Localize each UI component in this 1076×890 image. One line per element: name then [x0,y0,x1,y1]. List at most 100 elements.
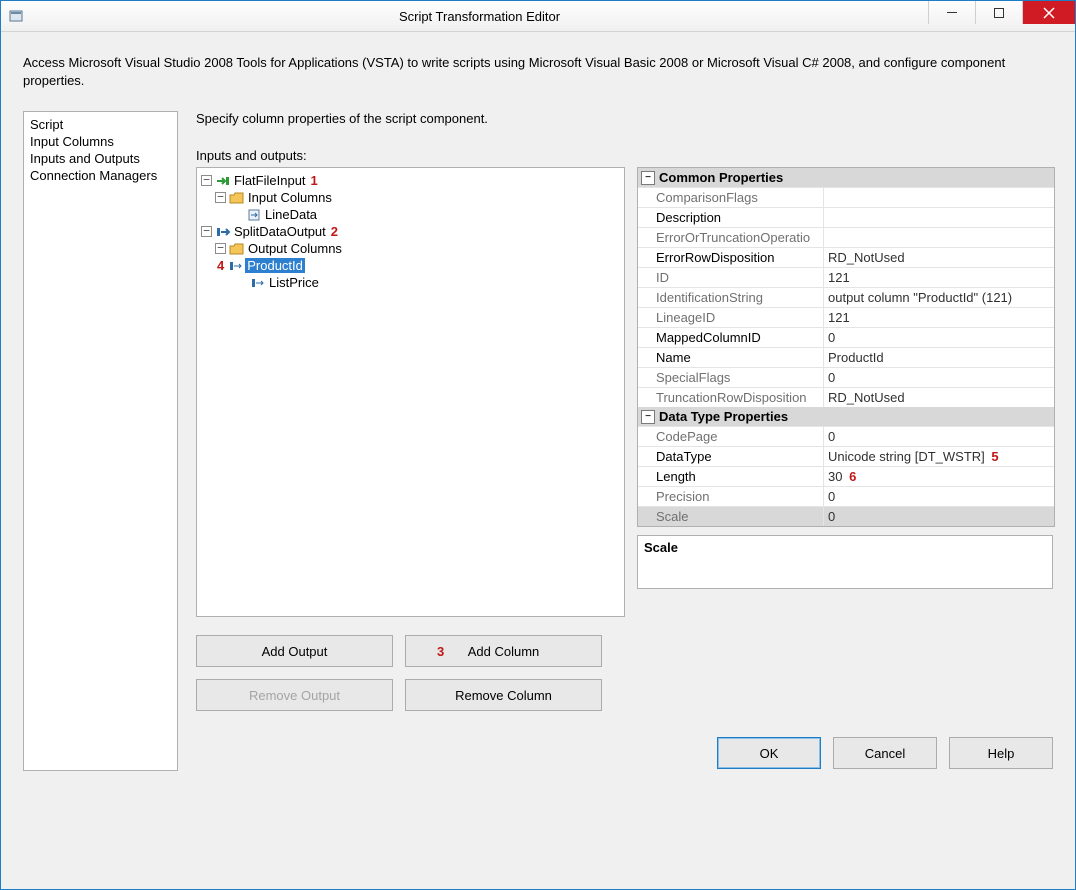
property-row[interactable]: Length30 6 [638,466,1054,486]
add-column-button[interactable]: 3 Add Column [405,635,602,667]
property-value[interactable] [824,208,1054,227]
property-value[interactable]: 0 [824,368,1054,387]
property-name: Name [638,348,824,367]
category-label: Data Type Properties [659,409,788,424]
io-tree[interactable]: − FlatFileInput 1 − Input Columns [196,167,625,617]
property-value[interactable]: RD_NotUsed [824,248,1054,267]
folder-icon [228,191,246,205]
annotation-1: 1 [311,173,318,188]
property-value[interactable]: output column "ProductId" (121) [824,288,1054,307]
nav-item-input-columns[interactable]: Input Columns [30,133,171,150]
property-value[interactable]: 121 [824,308,1054,327]
collapse-icon[interactable]: − [215,243,226,254]
property-category[interactable]: −Common Properties [638,168,1054,187]
inputs-outputs-label: Inputs and outputs: [196,148,1053,163]
property-value[interactable]: Unicode string [DT_WSTR] 5 [824,447,1054,466]
output-arrow-icon [214,225,232,239]
collapse-icon[interactable]: − [641,410,655,424]
annotation-6: 6 [845,469,856,484]
property-category[interactable]: −Data Type Properties [638,407,1054,426]
property-row[interactable]: ErrorRowDispositionRD_NotUsed [638,247,1054,267]
window: Script Transformation Editor Access Micr… [0,0,1076,890]
window-buttons [928,1,1075,31]
maximize-button[interactable] [975,1,1022,24]
property-name: ErrorRowDisposition [638,248,824,267]
close-button[interactable] [1022,1,1075,24]
minimize-button[interactable] [928,1,975,24]
property-help-panel: Scale [637,535,1053,589]
property-value[interactable]: 30 6 [824,467,1054,486]
help-button[interactable]: Help [949,737,1053,769]
property-help-title: Scale [644,540,678,555]
nav-item-connection-managers[interactable]: Connection Managers [30,167,171,184]
property-row[interactable]: SpecialFlags0 [638,367,1054,387]
column-in-icon [245,208,263,222]
property-row[interactable]: Scale0 [638,506,1054,526]
annotation-2: 2 [331,224,338,239]
tree-node-splitdataoutput[interactable]: − SplitDataOutput 2 [199,223,622,240]
titlebar: Script Transformation Editor [1,1,1075,32]
window-title: Script Transformation Editor [31,9,928,24]
property-row[interactable]: NameProductId [638,347,1054,367]
property-row[interactable]: LineageID121 [638,307,1054,327]
annotation-4: 4 [217,258,224,273]
collapse-icon[interactable]: − [201,175,212,186]
nav-item-inputs-outputs[interactable]: Inputs and Outputs [30,150,171,167]
property-row[interactable]: ErrorOrTruncationOperatio [638,227,1054,247]
tree-node-linedata[interactable]: LineData [199,206,622,223]
property-name: Description [638,208,824,227]
property-value[interactable]: ProductId [824,348,1054,367]
property-row[interactable]: IdentificationStringoutput column "Produ… [638,287,1054,307]
tree-node-output-columns[interactable]: − Output Columns [199,240,622,257]
property-name: LineageID [638,308,824,327]
property-name: ComparisonFlags [638,188,824,207]
property-row[interactable]: TruncationRowDispositionRD_NotUsed [638,387,1054,407]
property-value[interactable]: 0 [824,427,1054,446]
remove-output-button[interactable]: Remove Output [196,679,393,711]
ok-button[interactable]: OK [717,737,821,769]
property-row[interactable]: MappedColumnID0 [638,327,1054,347]
annotation-5: 5 [988,449,999,464]
tree-node-flatfileinput[interactable]: − FlatFileInput 1 [199,172,622,189]
property-row[interactable]: CodePage0 [638,426,1054,446]
property-name: IdentificationString [638,288,824,307]
category-label: Common Properties [659,170,783,185]
input-arrow-icon [214,174,232,188]
property-value[interactable]: 0 [824,328,1054,347]
property-row[interactable]: ID121 [638,267,1054,287]
property-value[interactable] [824,188,1054,207]
property-name: DataType [638,447,824,466]
property-name: TruncationRowDisposition [638,388,824,407]
nav-item-script[interactable]: Script [30,116,171,133]
property-row[interactable]: Precision0 [638,486,1054,506]
property-value[interactable]: RD_NotUsed [824,388,1054,407]
property-value[interactable]: 0 [824,507,1054,526]
folder-icon [228,242,246,256]
property-row[interactable]: ComparisonFlags [638,187,1054,207]
property-grid[interactable]: −Common PropertiesComparisonFlagsDescrip… [637,167,1055,527]
main-panel: Specify column properties of the script … [196,111,1053,771]
property-name: Scale [638,507,824,526]
column-out-icon [249,276,267,290]
property-name: Precision [638,487,824,506]
property-value[interactable] [824,228,1054,247]
tree-node-productid[interactable]: 4 ProductId [199,257,622,274]
tree-node-input-columns[interactable]: − Input Columns [199,189,622,206]
property-value[interactable]: 0 [824,487,1054,506]
collapse-icon[interactable]: − [215,192,226,203]
property-row[interactable]: DataTypeUnicode string [DT_WSTR] 5 [638,446,1054,466]
property-value[interactable]: 121 [824,268,1054,287]
annotation-3: 3 [437,644,444,659]
add-output-button[interactable]: Add Output [196,635,393,667]
property-name: CodePage [638,427,824,446]
property-name: ID [638,268,824,287]
collapse-icon[interactable]: − [201,226,212,237]
remove-column-button[interactable]: Remove Column [405,679,602,711]
property-name: Length [638,467,824,486]
page-nav: Script Input Columns Inputs and Outputs … [23,111,178,771]
property-row[interactable]: Description [638,207,1054,227]
content-area: Access Microsoft Visual Studio 2008 Tool… [1,32,1075,787]
tree-node-listprice[interactable]: ListPrice [199,274,622,291]
collapse-icon[interactable]: − [641,171,655,185]
cancel-button[interactable]: Cancel [833,737,937,769]
